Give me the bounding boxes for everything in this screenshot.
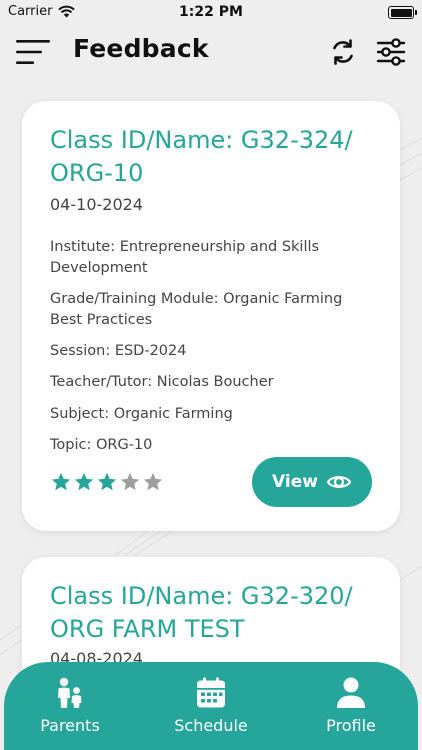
menu-icon[interactable]	[15, 38, 53, 66]
card-date: 04-10-2024	[50, 195, 143, 214]
grade-text: Grade/Training Module: Organic Farming B…	[50, 291, 343, 328]
nav-item-label: Profile	[326, 716, 376, 735]
status-bar: Carrier 1:22 PM	[0, 0, 422, 26]
nav-item-parents[interactable]: Parents	[15, 676, 125, 735]
star-rating	[50, 471, 164, 493]
institute-text: Institute: Entrepreneurship and Skills D…	[50, 239, 320, 276]
status-time: 1:22 PM	[179, 4, 243, 20]
card-title: Class ID/Name: G32-324/ ORG-10	[50, 126, 353, 187]
star-empty-icon	[143, 472, 163, 491]
subject-text: Subject: Organic Farming	[50, 406, 233, 422]
feedback-card[interactable]: Class ID/Name: G32-324/ ORG-10 04-10-202…	[22, 101, 400, 531]
topic-text: Topic: ORG-10	[50, 437, 153, 453]
star-filled-icon	[97, 472, 117, 491]
family-icon	[58, 677, 82, 708]
session-text: Session: ESD-2024	[50, 343, 187, 359]
eye-icon	[326, 476, 352, 488]
card-title: Class ID/Name: G32-320/ ORG FARM TEST	[50, 582, 353, 643]
calendar-icon	[197, 677, 225, 708]
nav-item-schedule[interactable]: Schedule	[156, 676, 266, 735]
bottom-navigation: Parents Schedule Profile	[4, 662, 418, 750]
battery-icon	[388, 6, 417, 19]
teacher-text: Teacher/Tutor: Nicolas Boucher	[50, 374, 274, 390]
star-empty-icon	[120, 472, 140, 491]
refresh-icon[interactable]	[328, 37, 358, 67]
nav-item-label: Schedule	[174, 716, 248, 735]
nav-item-label: Parents	[40, 716, 100, 735]
nav-item-profile[interactable]: Profile	[296, 676, 406, 735]
star-filled-icon	[74, 472, 94, 491]
star-filled-icon	[51, 472, 71, 491]
filter-settings-icon[interactable]	[375, 36, 407, 68]
view-button-label: View	[272, 472, 318, 492]
page-title: Feedback	[73, 34, 209, 63]
person-icon	[337, 677, 365, 708]
view-button[interactable]: View	[252, 457, 372, 507]
